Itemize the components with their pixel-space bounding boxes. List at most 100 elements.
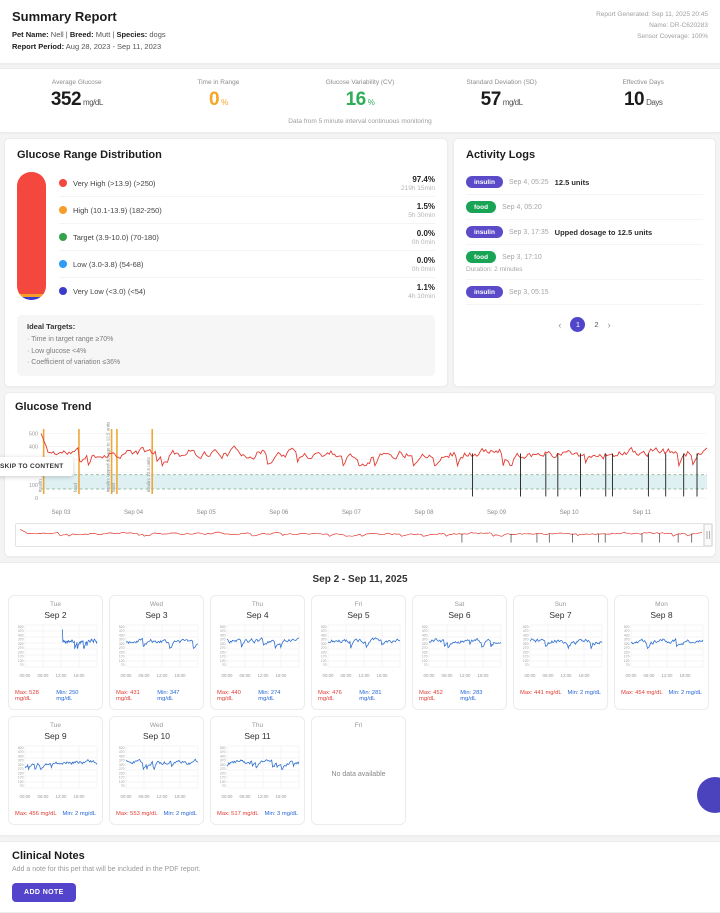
range-duration: 219h 15min [401, 185, 435, 192]
daily-min-value: Min: 2 mg/dL [668, 690, 702, 696]
daily-card-footer: Max: 528 mg/dLMin: 250 mg/dL [12, 690, 99, 702]
daily-max-value: Max: 553 mg/dL [116, 811, 158, 817]
daily-min-value: Min: 274 mg/dL [258, 690, 298, 702]
range-dot-icon [59, 179, 67, 187]
range-name: Very High (>13.9) (>250) [73, 179, 156, 188]
daily-card-day: Fri [315, 722, 402, 729]
glucose-trend-chart: 5004003002001000insulinfoodinsulin: Uppe… [15, 422, 713, 518]
svg-text:12:00: 12:00 [359, 673, 371, 678]
activity-duration: Duration: 2 minutes [466, 266, 703, 273]
skip-to-content-button[interactable]: SKIP TO CONTENT [0, 457, 73, 476]
range-dot-icon [59, 260, 67, 268]
stat-value: 352mg/dL [6, 89, 148, 111]
trend-navigator[interactable] [15, 523, 713, 547]
daily-card-date: Sep 5 [315, 610, 402, 620]
daily-card-date: Sep 6 [416, 610, 503, 620]
pagination-page-2[interactable]: 2 [594, 320, 598, 329]
svg-text:12:00: 12:00 [56, 794, 68, 799]
daily-card-day: Tue [12, 601, 99, 608]
report-header-left: Summary Report Pet Name: Nell | Breed: M… [12, 9, 166, 53]
activity-detail: 12.5 units [555, 178, 590, 187]
pagination-page-1[interactable]: 1 [570, 317, 585, 332]
activity-time: Sep 3, 17:10 [502, 254, 542, 261]
daily-charts-section: Sep 2 - Sep 11, 2025 TueSep 252047042037… [0, 562, 720, 836]
daily-card: SunSep 75204704203703202702201701207000:… [513, 595, 608, 710]
svg-text:100: 100 [29, 483, 38, 489]
stat-value: 16% [289, 89, 431, 111]
daily-card-day: Sat [416, 601, 503, 608]
report-period-line: Report Period: Aug 28, 2023 - Sep 11, 20… [12, 41, 166, 53]
svg-text:insulin: insulin [38, 478, 43, 491]
daily-card-footer: Max: 440 mg/dLMin: 274 mg/dL [214, 690, 301, 702]
pet-name-value: Nell [51, 30, 64, 39]
bar-segment [17, 297, 46, 300]
ideal-target-item: Coefficient of variation ≤36% [27, 357, 425, 369]
svg-text:12:00: 12:00 [157, 673, 169, 678]
legend-values: 97.4%219h 15min [401, 175, 435, 192]
svg-text:00:00: 00:00 [20, 794, 32, 799]
daily-card-footer: Max: 454 mg/dLMin: 2 mg/dL [618, 690, 705, 696]
stat-label: Glucose Variability (CV) [289, 79, 431, 86]
stat-item: Standard Deviation (SD)57mg/dL [431, 79, 573, 111]
pagination-next-icon[interactable]: › [608, 320, 611, 330]
summary-stats: Average Glucose352mg/dLTime in Range0%Gl… [0, 68, 720, 133]
insulin-badge: insulin [466, 226, 503, 238]
stat-label: Average Glucose [6, 79, 148, 86]
daily-card: WedSep 35204704203703202702201701207000:… [109, 595, 204, 710]
svg-text:06:00: 06:00 [240, 794, 252, 799]
legend-values: 1.5%5h 30min [408, 202, 435, 219]
daily-card-footer: Max: 553 mg/dL Min: 2 mg/dL [113, 811, 200, 817]
range-legend: Very High (>13.9) (>250) 97.4%219h 15min H… [59, 170, 435, 304]
svg-text:food: food [111, 482, 116, 491]
activity-log-item: insulinSep 3, 17:35Upped dosage to 12.5 … [466, 220, 703, 245]
svg-text:400: 400 [29, 444, 38, 450]
report-period-value: Aug 28, 2023 - Sep 11, 2023 [66, 42, 161, 51]
daily-card-day: Thu [214, 722, 301, 729]
svg-text:70: 70 [20, 784, 24, 788]
svg-text:06:00: 06:00 [38, 673, 50, 678]
daily-max-value: Max: 452 mg/dL [419, 690, 460, 702]
food-badge: food [466, 201, 496, 213]
daily-card-day: Sun [517, 601, 604, 608]
svg-text:00:00: 00:00 [121, 673, 133, 678]
legend-label: Target (3.9-10.0) (70-180) [59, 233, 159, 242]
svg-text:00:00: 00:00 [222, 794, 234, 799]
glucose-range-distribution-panel: Glucose Range Distribution Very High (>1… [4, 138, 448, 387]
species-value: dogs [149, 30, 165, 39]
daily-min-value: Min: 2 mg/dL [163, 811, 197, 817]
daily-card-date: Sep 8 [618, 610, 705, 620]
daily-max-value: Max: 476 mg/dL [318, 690, 359, 702]
breed-label: Breed: [70, 30, 94, 39]
svg-text:70: 70 [626, 663, 630, 667]
svg-text:food: food [73, 482, 78, 491]
daily-cards-grid: TueSep 25204704203703202702201701207000:… [5, 595, 715, 825]
svg-text:70: 70 [323, 663, 327, 667]
daily-max-value: Max: 440 mg/dL [217, 690, 258, 702]
range-duration: 0h 0min [412, 266, 435, 273]
stat-label: Time in Range [148, 79, 290, 86]
activity-list: insulinSep 4, 05:2512.5 unitsfoodSep 4, … [466, 170, 703, 305]
activity-time: Sep 3, 05:15 [509, 289, 549, 296]
legend-label: Low (3.0-3.8) (54-68) [59, 260, 143, 269]
daily-min-value: Min: 283 mg/dL [460, 690, 500, 702]
panels-row: Glucose Range Distribution Very High (>1… [4, 138, 716, 387]
daily-card: TueSep 25204704203703202702201701207000:… [8, 595, 103, 710]
daily-card: SatSep 65204704203703202702201701207000:… [412, 595, 507, 710]
svg-text:00:00: 00:00 [222, 673, 234, 678]
svg-text:00:00: 00:00 [626, 673, 638, 678]
ideal-target-item: Low glucose <4% [27, 346, 425, 358]
legend-label: High (10.1-13.9) (182-250) [59, 206, 162, 215]
add-note-button[interactable]: ADD NOTE [12, 883, 76, 902]
activity-detail: Upped dosage to 12.5 units [555, 228, 653, 237]
pagination-prev-icon[interactable]: ‹ [558, 320, 561, 330]
report-generated: Report Generated: Sep 11, 2025 20:45 [596, 9, 708, 20]
range-percent: 1.5% [408, 202, 435, 211]
daily-min-value: Min: 2 mg/dL [62, 811, 96, 817]
navigator-handle[interactable] [704, 524, 712, 546]
pet-info-line: Pet Name: Nell | Breed: Mutt | Species: … [12, 29, 166, 41]
daily-min-value: Min: 250 mg/dL [56, 690, 96, 702]
svg-text:00:00: 00:00 [121, 794, 133, 799]
daily-card: WedSep 105204704203703202702201701207000… [109, 716, 204, 825]
stat-label: Standard Deviation (SD) [431, 79, 573, 86]
svg-text:Sep 07: Sep 07 [342, 510, 362, 516]
